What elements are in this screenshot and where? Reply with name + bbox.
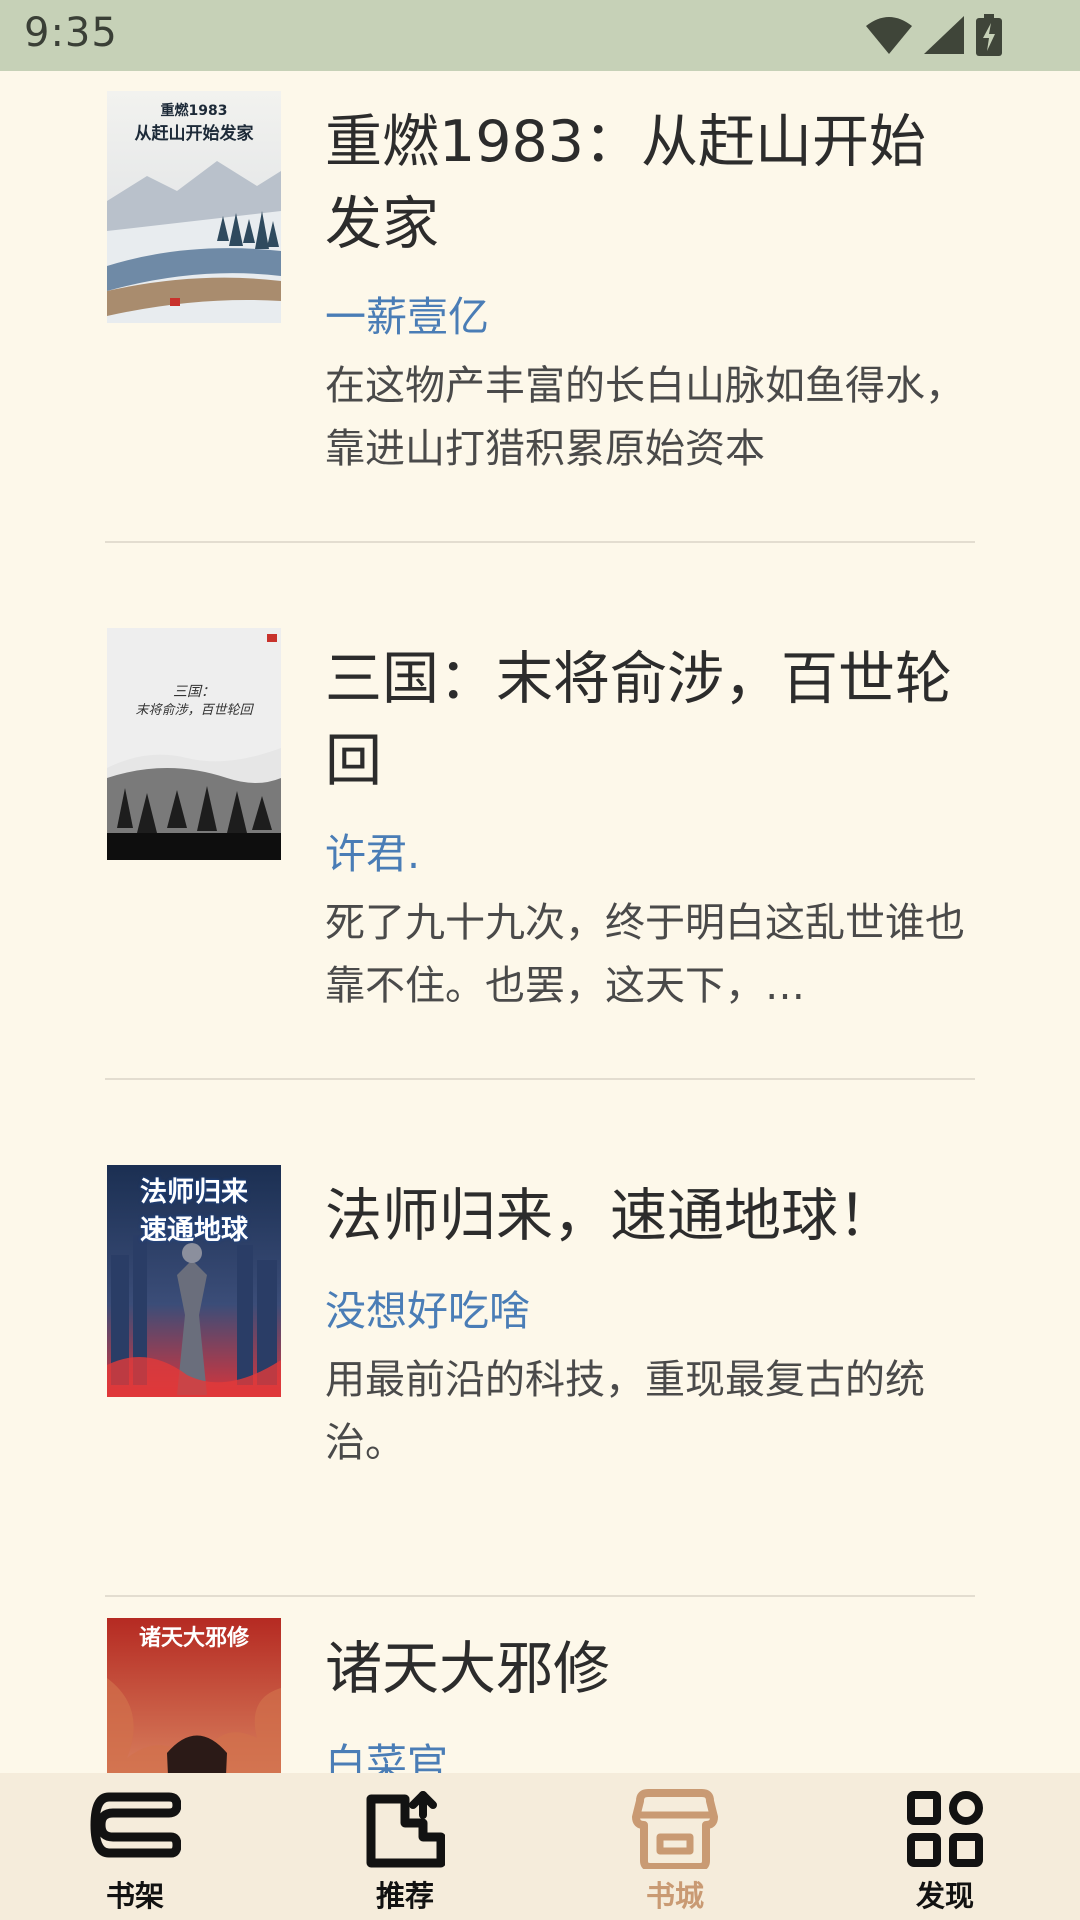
book-item[interactable]: 重燃1983 从赶山开始发家 重燃1983：从赶山开始发家 一薪壹亿 在这物产丰…: [105, 71, 975, 543]
book-title[interactable]: 三国：末将俞涉，百世轮回: [325, 638, 965, 802]
book-author[interactable]: 一薪壹亿: [325, 283, 489, 343]
status-icons: [866, 14, 1002, 56]
book-author[interactable]: 没想好吃啥: [325, 1277, 530, 1337]
book-cover[interactable]: 三国： 末将俞涉，百世轮回: [107, 628, 281, 860]
book-cover[interactable]: 诸天大邪修: [107, 1618, 281, 1773]
book-cover-subtitle: 从赶山开始发家: [134, 124, 254, 144]
book-author[interactable]: 许君.: [325, 820, 420, 880]
recommend-icon: [366, 1791, 445, 1868]
nav-label: 书城: [645, 1879, 704, 1913]
book-title[interactable]: 重燃1983：从赶山开始发家: [325, 101, 965, 265]
book-title[interactable]: 法师归来，速通地球！: [325, 1175, 965, 1257]
book-description: 死了九十九次，终于明白这乱世谁也靠不住。也罢，这天下，…: [325, 900, 965, 1009]
book-cover[interactable]: 重燃1983 从赶山开始发家: [107, 91, 281, 323]
bottom-nav: 书架 推荐 书城 发现: [0, 1773, 1080, 1920]
book-item[interactable]: 三国： 末将俞涉，百世轮回 三国：末将俞涉，百世轮回 许君. 死了九十九次，终于…: [105, 608, 975, 1080]
nav-item-recommend[interactable]: 推荐: [305, 1773, 505, 1920]
divider: [105, 1595, 975, 1597]
divider: [105, 1078, 975, 1080]
divider: [105, 541, 975, 543]
cell-signal-icon: [924, 16, 964, 54]
bookstore-icon: [632, 1789, 718, 1869]
nav-item-bookstore[interactable]: 书城: [575, 1773, 775, 1920]
book-cover-title: 重燃1983: [160, 103, 228, 119]
bookshelf-icon: [90, 1792, 181, 1858]
status-bar: 9:35: [0, 0, 1080, 71]
nav-label: 推荐: [375, 1879, 434, 1913]
book-cover-title: 诸天大邪修: [138, 1626, 249, 1651]
book-cover-title: 法师归来: [140, 1177, 248, 1208]
book-author[interactable]: 白菜官: [325, 1730, 448, 1773]
book-cover-subtitle: 末将俞涉，百世轮回: [135, 703, 253, 718]
book-cover-title: 三国：: [173, 684, 215, 700]
nav-item-discover[interactable]: 发现: [845, 1773, 1045, 1920]
book-item[interactable]: 诸天大邪修 诸天大邪修 白菜官: [105, 1598, 975, 1773]
book-title[interactable]: 诸天大邪修: [325, 1628, 965, 1710]
book-description: 在这物产丰富的长白山脉如鱼得水，靠进山打猎积累原始资本: [325, 363, 965, 472]
nav-label: 书架: [105, 1879, 164, 1913]
book-list[interactable]: 重燃1983 从赶山开始发家 重燃1983：从赶山开始发家 一薪壹亿 在这物产丰…: [0, 71, 1080, 1773]
book-cover[interactable]: 法师归来 速通地球: [107, 1165, 281, 1397]
book-cover-subtitle: 速通地球: [140, 1215, 248, 1246]
wifi-icon: [866, 17, 912, 54]
battery-charging-icon: [976, 14, 1002, 56]
nav-item-bookshelf[interactable]: 书架: [35, 1773, 235, 1920]
book-item[interactable]: 法师归来 速通地球 法师归来，速通地球！ 没想好吃啥 用最前沿的科技，重现最复古…: [105, 1145, 975, 1597]
book-description: 用最前沿的科技，重现最复古的统治。: [325, 1357, 925, 1466]
status-time: 9:35: [24, 10, 118, 56]
discover-grid-icon: [907, 1791, 983, 1867]
nav-label: 发现: [915, 1879, 974, 1913]
